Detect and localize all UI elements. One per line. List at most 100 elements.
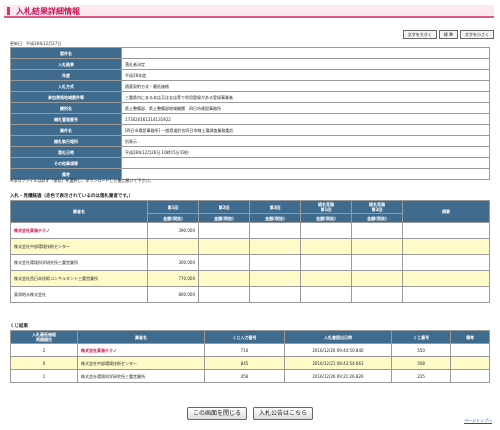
sub-amount-5: 金額(税抜) (351, 213, 403, 223)
info-label: 入札方式 (10, 80, 122, 92)
col-remark: 摘要 (402, 200, 490, 223)
info-value: 県土整備部、県土整備部地域機関 四日市建設事務所 (121, 102, 490, 114)
result-rank: 2 (10, 343, 78, 357)
info-label: 参加資格地域要件等 (10, 91, 122, 103)
page-top-link[interactable]: ページトップへ (464, 418, 492, 424)
info-row: 案件名 (10, 47, 490, 59)
page-header: 入札結果詳細情報 (4, 5, 494, 18)
font-large-button[interactable]: 文字を大きく (402, 30, 437, 39)
bid-round2 (198, 222, 250, 239)
bid-remark (402, 286, 490, 303)
bid-row: 株式会社中部環境技術センター (10, 238, 490, 255)
close-window-button[interactable]: この画面を閉じる (186, 407, 247, 420)
result-rank: 1 (10, 369, 78, 383)
page-title: 入札結果詳細情報 (16, 7, 80, 16)
bid-round2 (198, 254, 250, 271)
bid-company: 株式会社西日本技術コンサルタント三重営業所 (10, 270, 148, 287)
bid-negotiated2 (351, 286, 403, 303)
info-label: 入札結果 (10, 58, 122, 70)
bid-remark (402, 254, 490, 271)
bids-table: 業者名 第1回 第2回 第3回 随名見積 第1回 随名見積 第2回 摘要 金額(… (10, 200, 490, 303)
attachment-note: ※添付ファイルは必ず「保存」を選択し、ダウンロードした後に開いて下さい。 (10, 178, 154, 183)
result-rank: 0 (10, 356, 78, 370)
info-value: 三重県内にある本店又は支店等で利用登録がある登録事業者 (121, 91, 490, 103)
result-kuji-input: 845 (204, 356, 285, 370)
bid-round2 (198, 238, 250, 255)
bid-company: 株式会社環境科学研究所三重営業所 (10, 254, 148, 271)
col-negotiated2: 随名見積 第2回 (351, 200, 403, 214)
sub-amount-4: 金額(税抜) (300, 213, 352, 223)
info-label: 業件名 (10, 124, 122, 136)
bid-round3 (249, 286, 301, 303)
font-standard-button[interactable]: 標 準 (438, 30, 458, 39)
result-row: 2 株式会社東海テクノ 710 2016/12/26 09:44:50.840 … (10, 343, 490, 357)
col-kuji-input: くじ入力番号 (204, 330, 285, 344)
info-value (121, 168, 490, 180)
bid-negotiated1 (300, 238, 352, 255)
font-size-controls: 文字を大きく 標 準 文字を小さく (402, 30, 494, 39)
sub-amount-2: 金額(税抜) (198, 213, 250, 223)
col-rank: 入札最低価格 同順順位 (10, 330, 78, 344)
bid-round2 (198, 286, 250, 303)
bid-negotiated2 (351, 238, 403, 255)
bid-negotiated1 (300, 254, 352, 271)
col-round2: 第2回 (198, 200, 250, 214)
info-row: 落札日時 平成28年12月26日 10時15分19秒 (10, 146, 490, 158)
info-value: [四日市建設事務所] 一般県道鈴名四日市線土壌調査業務委託 (121, 124, 490, 136)
info-value (121, 157, 490, 169)
bid-round2 (198, 270, 250, 287)
info-row: その他事項等 (10, 157, 490, 169)
result-company: 株式会社東海テクノ (77, 343, 205, 357)
bid-round3 (249, 222, 301, 239)
result-row: 1 株式会社環境科学研究所三重営業所 456 2016/12/26 09:21:… (10, 369, 490, 383)
bid-company: 東邦地水株式会社 (10, 286, 148, 303)
col-round1: 第1回 (147, 200, 199, 214)
header-accent-bar (7, 7, 10, 15)
bid-row: 株式会社西日本技術コンサルタント三重営業所 770,000 (10, 270, 490, 287)
bid-remark (402, 222, 490, 239)
result-remark (450, 369, 490, 383)
bid-row: 株式会社環境科学研究所三重営業所 300,000 (10, 254, 490, 271)
bid-row: 東邦地水株式会社 800,000 (10, 286, 490, 303)
bid-notice-button[interactable]: 入札公告はこちら (253, 407, 314, 420)
result-row: 0 株式会社中部環境技術センター 845 2016/12/21 08:43:54… (10, 356, 490, 370)
bid-round3 (249, 270, 301, 287)
sub-amount-1: 金額(税抜) (147, 213, 199, 223)
info-row: 課所名 県土整備部、県土整備部地域機関 四日市建設事務所 (10, 102, 490, 114)
col-kuji-number: くじ番号 (390, 330, 452, 344)
info-value: 平成28年度 (121, 69, 490, 81)
font-small-button[interactable]: 文字を小さく (460, 30, 494, 39)
col-round3: 第3回 (249, 200, 301, 214)
bid-round1: 300,000 (147, 254, 199, 271)
col-company: 業者名 (10, 200, 148, 223)
col-res-remark: 備考 (450, 330, 490, 344)
bid-remark (402, 270, 490, 287)
info-row: 参加資格地域要件等 三重県内にある本店又は支店等で利用登録がある登録事業者 (10, 91, 490, 103)
bid-round3 (249, 238, 301, 255)
info-label: 課所名 (10, 102, 122, 114)
bid-negotiated2 (351, 254, 403, 271)
result-datetime: 2016/12/26 09:21:26.826 (283, 369, 392, 383)
bids-section-title: 入札・見積経過（赤色で表示されているのは落札業者です。） (10, 194, 134, 199)
bid-negotiated2 (351, 270, 403, 287)
bid-round1: 800,000 (147, 286, 199, 303)
col-datetime: 入札書提出日時 (283, 330, 392, 344)
bid-negotiated2 (351, 222, 403, 239)
result-remark (450, 343, 490, 357)
bid-company: 株式会社東海テクノ (10, 222, 148, 239)
bid-round3 (249, 254, 301, 271)
result-company: 株式会社環境科学研究所三重営業所 (77, 369, 205, 383)
info-row: 年度 平成28年度 (10, 69, 490, 81)
info-label: 年度 (10, 69, 122, 81)
info-table: 案件名 入札結果 落札者決定 年度 平成28年度 入札方式 随意契約方式・最低価格参… (10, 47, 490, 180)
bid-negotiated1 (300, 286, 352, 303)
info-value (121, 47, 490, 59)
info-row: 業件名 [四日市建設事務所] 一般県道鈴名四日市線土壌調査業務委託 (10, 124, 490, 136)
info-value: 173020161214131922 (121, 113, 490, 125)
info-row: 入札結果 落札者決定 (10, 58, 490, 70)
bid-company: 株式会社中部環境技術センター (10, 238, 148, 255)
info-value: 随意契約方式・最低価格 (121, 80, 490, 92)
info-label: 開札管理番号 (10, 113, 122, 125)
result-kuji-input: 456 (204, 369, 285, 383)
info-label: その他事項等 (10, 157, 122, 169)
